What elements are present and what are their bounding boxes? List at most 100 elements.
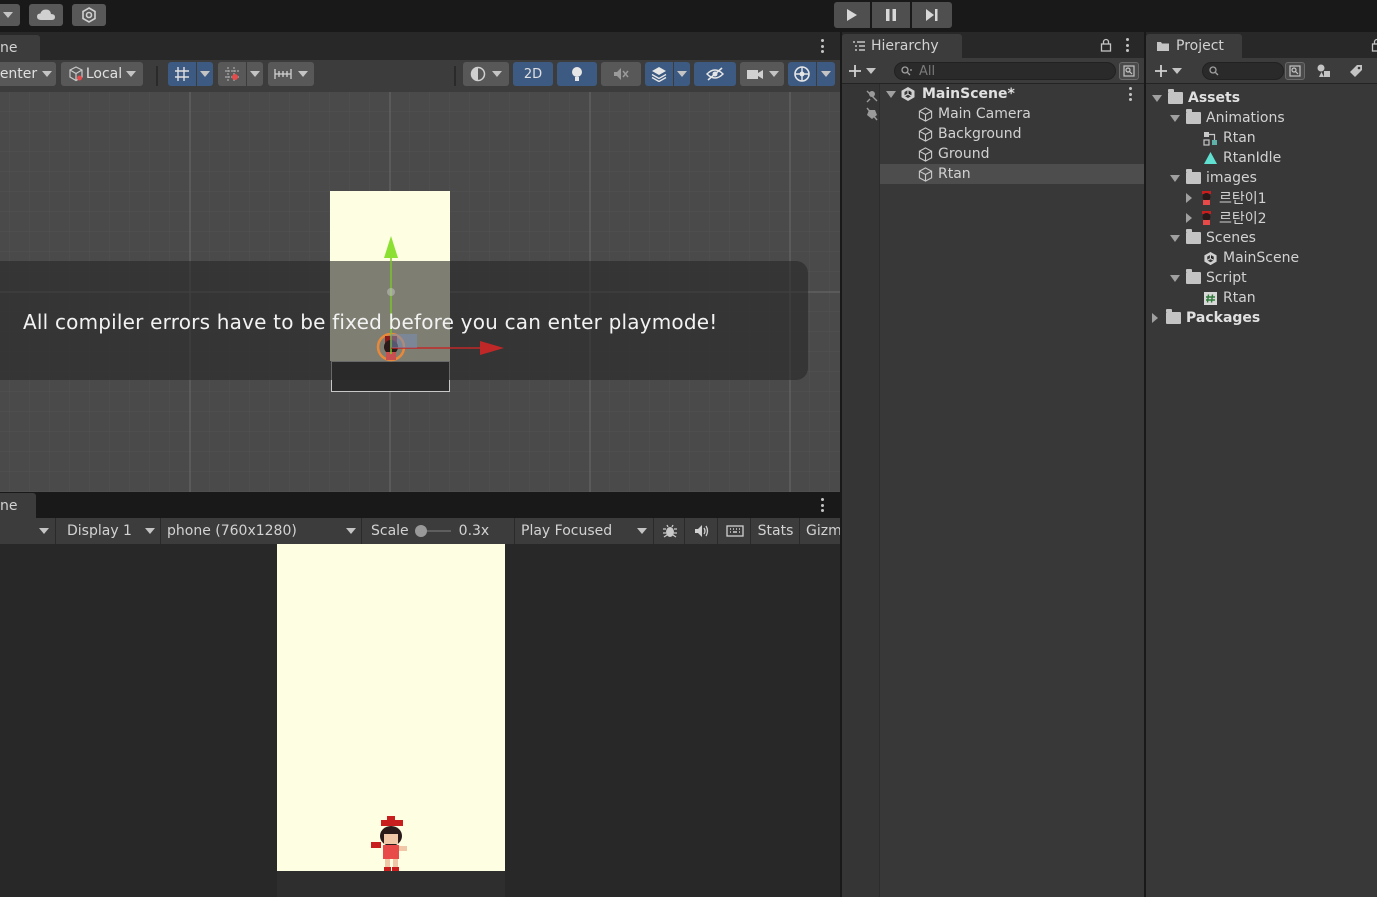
lock-icon[interactable] [1371, 38, 1377, 52]
camera-dropdown[interactable] [740, 62, 784, 86]
project-search-field[interactable] [1202, 62, 1284, 80]
anim-item-label: RtanIdle [1223, 150, 1282, 166]
scene-row-menu-icon[interactable] [1128, 87, 1132, 101]
hierarchy-toolbar: All [842, 58, 1144, 84]
step-button[interactable] [912, 2, 952, 28]
expand-arrow-icon[interactable] [1186, 213, 1192, 223]
game-viewport[interactable] [0, 544, 840, 897]
mute-audio-button[interactable] [686, 518, 718, 544]
project-asset-mainscene[interactable]: MainScene [1203, 248, 1299, 268]
project-asset-rtanidle[interactable]: RtanIdle [1203, 148, 1281, 168]
stats-button[interactable]: Stats [752, 518, 800, 544]
gizmos-dropdown[interactable] [817, 62, 835, 86]
hierarchy-search-options[interactable] [1119, 62, 1139, 80]
hexagon-gear-icon [82, 7, 96, 23]
expand-arrow-icon[interactable] [1170, 174, 1180, 182]
play-mode-dropdown[interactable]: Play Focused [516, 518, 654, 544]
scene-viewport[interactable]: All compiler errors have to be fixed bef… [0, 92, 840, 492]
effects-dropdown[interactable] [674, 62, 690, 86]
speaker-icon [694, 525, 708, 537]
filter-by-type-icon[interactable] [1316, 63, 1332, 79]
tab-project[interactable]: Project [1146, 34, 1242, 58]
increment-snap-dropdown[interactable] [247, 62, 263, 86]
resolution-dropdown[interactable]: phone (760x1280) [162, 518, 362, 544]
play-button[interactable] [834, 2, 870, 28]
ruler-button[interactable] [268, 62, 314, 86]
effects-button[interactable] [645, 62, 673, 86]
tab-scene[interactable]: ne [0, 35, 40, 60]
animation-clip-icon [1204, 151, 1217, 164]
scene-visibility-icon[interactable] [864, 88, 880, 104]
project-folder-assets[interactable]: Assets [1152, 88, 1240, 108]
scene-menu-icon[interactable] [820, 39, 824, 53]
gizmos-button[interactable] [788, 62, 816, 86]
project-asset-rtan-controller[interactable]: Rtan [1203, 128, 1256, 148]
scale-slider-thumb[interactable] [414, 525, 427, 537]
project-folder-images[interactable]: images [1170, 168, 1257, 188]
collab-button[interactable] [72, 4, 106, 26]
expand-arrow-icon[interactable] [1170, 114, 1180, 122]
filter-by-label-icon[interactable] [1348, 63, 1364, 79]
hierarchy-scene-row[interactable]: MainScene* [880, 84, 1144, 104]
scene-item-label: MainScene [1223, 250, 1300, 266]
expand-arrow-icon[interactable] [886, 90, 896, 98]
lighting-toggle[interactable] [557, 62, 597, 86]
project-folder-script[interactable]: Script [1170, 268, 1247, 288]
chevron-down-icon [3, 12, 13, 18]
display-dropdown[interactable]: Display 1 [57, 518, 161, 544]
scale-value: 0.3x [458, 523, 490, 539]
scene-visibility-toggle[interactable] [694, 62, 736, 86]
hierarchy-item-main-camera[interactable]: Main Camera [918, 104, 1144, 124]
expand-arrow-icon[interactable] [1152, 313, 1158, 323]
expand-arrow-icon[interactable] [1152, 94, 1162, 102]
gizmos-toggle[interactable]: Gizm [801, 518, 840, 544]
hierarchy-list-icon [853, 41, 865, 51]
frame-debugger-button[interactable] [655, 518, 685, 544]
project-asset-rtan-script[interactable]: Rtan [1203, 288, 1256, 308]
script-item-label: Rtan [1223, 290, 1256, 306]
project-create-button[interactable] [1154, 62, 1188, 80]
shading-mode-dropdown[interactable] [463, 62, 509, 86]
pivot-center-dropdown[interactable]: enter [0, 62, 56, 86]
cloud-button[interactable] [29, 4, 63, 26]
toolbar-separator [454, 66, 456, 86]
project-asset-image-2[interactable]: 르탄이2 [1186, 208, 1267, 228]
gameobject-cube-icon [918, 166, 933, 182]
expand-arrow-icon[interactable] [1170, 234, 1180, 242]
lightbulb-icon [572, 67, 582, 81]
hierarchy-item-rtan[interactable]: Rtan [880, 164, 1144, 184]
project-asset-image-1[interactable]: 르탄이1 [1186, 188, 1267, 208]
unity-scene-icon [1204, 251, 1217, 265]
project-folder-packages[interactable]: Packages [1152, 308, 1260, 328]
account-dropdown[interactable] [0, 4, 20, 26]
project-folder-animations[interactable]: Animations [1170, 108, 1285, 128]
hierarchy-search-field[interactable]: All [894, 62, 1116, 80]
hierarchy-create-button[interactable] [848, 62, 882, 80]
space-local-dropdown[interactable]: Local [61, 62, 143, 86]
project-search-options[interactable] [1285, 62, 1305, 80]
scene-pickable-icon[interactable] [864, 106, 880, 122]
tab-game[interactable]: ne [0, 493, 36, 518]
search-options-icon [1123, 65, 1135, 77]
grid-snap-button[interactable] [168, 62, 196, 86]
expand-arrow-icon[interactable] [1186, 193, 1192, 203]
game-menu-icon[interactable] [820, 498, 824, 512]
expand-arrow-icon[interactable] [1170, 274, 1180, 282]
game-view-dropdown[interactable] [0, 518, 56, 544]
hierarchy-item-background[interactable]: Background [918, 124, 1144, 144]
mode-2d-toggle[interactable]: 2D [513, 62, 553, 86]
lock-icon[interactable] [1100, 38, 1112, 52]
assets-label: Assets [1188, 90, 1241, 106]
shortcuts-button[interactable] [719, 518, 751, 544]
hierarchy-item-ground[interactable]: Ground [918, 144, 1144, 164]
increment-snap-button[interactable] [218, 62, 246, 86]
project-folder-scenes[interactable]: Scenes [1170, 228, 1256, 248]
scale-slider[interactable] [414, 525, 451, 537]
audio-toggle[interactable] [601, 62, 641, 86]
pause-button[interactable] [872, 2, 910, 28]
game-ground [277, 871, 505, 897]
move-gizmo[interactable] [370, 232, 510, 372]
grid-snap-dropdown[interactable] [197, 62, 213, 86]
tab-hierarchy[interactable]: Hierarchy [842, 34, 962, 58]
hierarchy-menu-icon[interactable] [1125, 38, 1129, 52]
